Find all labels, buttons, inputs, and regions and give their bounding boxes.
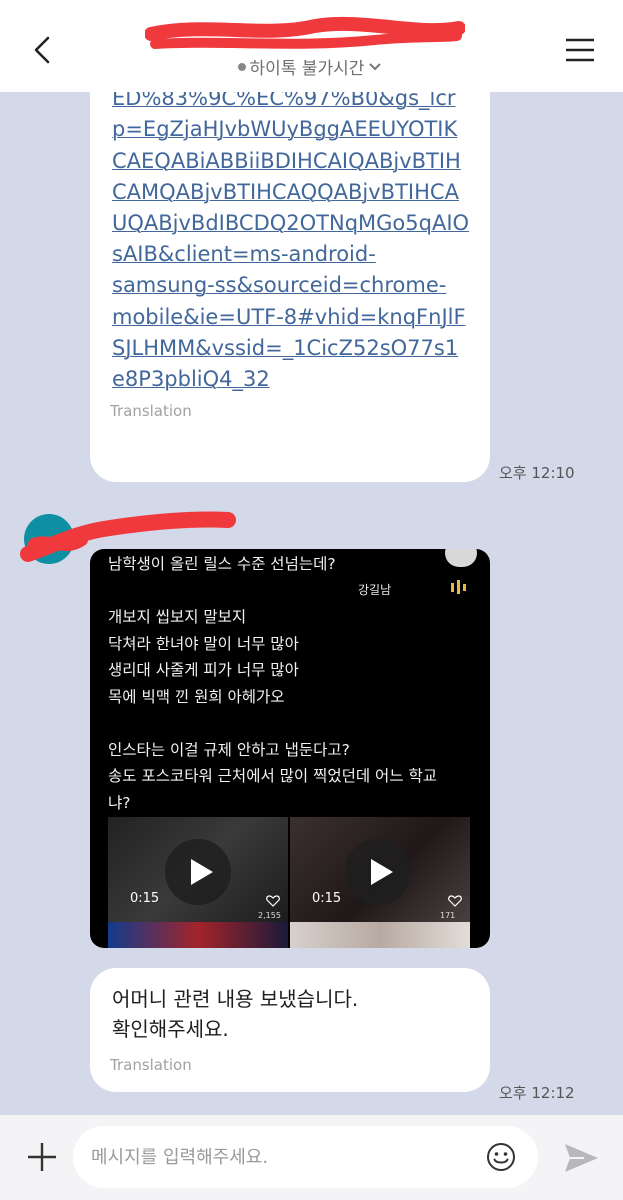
video-thumbnail[interactable] [108,922,288,948]
play-icon [371,859,393,885]
message-text: 어머니 관련 내용 보냈습니다. 확인해주세요. [112,987,359,1041]
message-input-bar [0,1115,623,1200]
send-icon[interactable] [562,1141,600,1175]
link-message-bubble: ED%95%98%EC%97%EA%B5%80% ED%83%9C%EC%97%… [90,92,490,482]
menu-icon[interactable] [560,34,600,66]
chat-status[interactable]: 하이톡 불가시간 [140,54,480,79]
play-icon [191,859,213,885]
link-text[interactable]: ED%95%98%EC%97%EA%B5%80% ED%83%9C%EC%97%… [112,92,482,395]
media-message-card[interactable]: 강길남 남학생이 올린 릴스 수준 선넘는데? 개보지 씹보지 말보지 닥쳐라 … [90,549,490,948]
video-thumbnail[interactable]: 0:15 2,155 [108,817,288,922]
translation-button[interactable]: Translation [110,402,192,420]
chat-area[interactable]: ED%95%98%EC%97%EA%B5%80% ED%83%9C%EC%97%… [0,92,623,1115]
message-time: 오후 12:10 [499,464,575,482]
video-thumbnail[interactable]: 0:15 171 [290,817,470,922]
chat-header: 하이톡 불가시간 [0,0,623,92]
status-dot-icon [237,62,246,71]
message-time: 오후 12:12 [499,1084,575,1102]
redaction-mark [145,16,465,49]
message-input-wrapper [73,1126,538,1188]
play-button[interactable] [345,839,411,905]
play-button[interactable] [165,839,231,905]
translation-button[interactable]: Translation [110,1056,192,1074]
video-thumbnail[interactable] [290,922,470,948]
video-duration: 0:15 [130,891,160,906]
video-likes: 2,155 [258,911,281,920]
message-input[interactable] [91,1139,471,1175]
heart-icon [448,895,462,907]
video-duration: 0:15 [312,891,342,906]
video-likes: 171 [440,911,456,920]
media-caption: 남학생이 올린 릴스 수준 선넘는데? 개보지 씹보지 말보지 닥쳐라 한녀야 … [108,555,438,812]
heart-icon [266,895,280,907]
plus-icon[interactable] [24,1139,60,1175]
chevron-down-icon [369,62,382,70]
text-message-bubble: 어머니 관련 내용 보냈습니다. 확인해주세요. Translation [90,968,490,1092]
back-arrow-icon[interactable] [22,30,62,70]
emoji-icon[interactable] [485,1141,517,1173]
status-text: 하이톡 불가시간 [249,59,365,79]
